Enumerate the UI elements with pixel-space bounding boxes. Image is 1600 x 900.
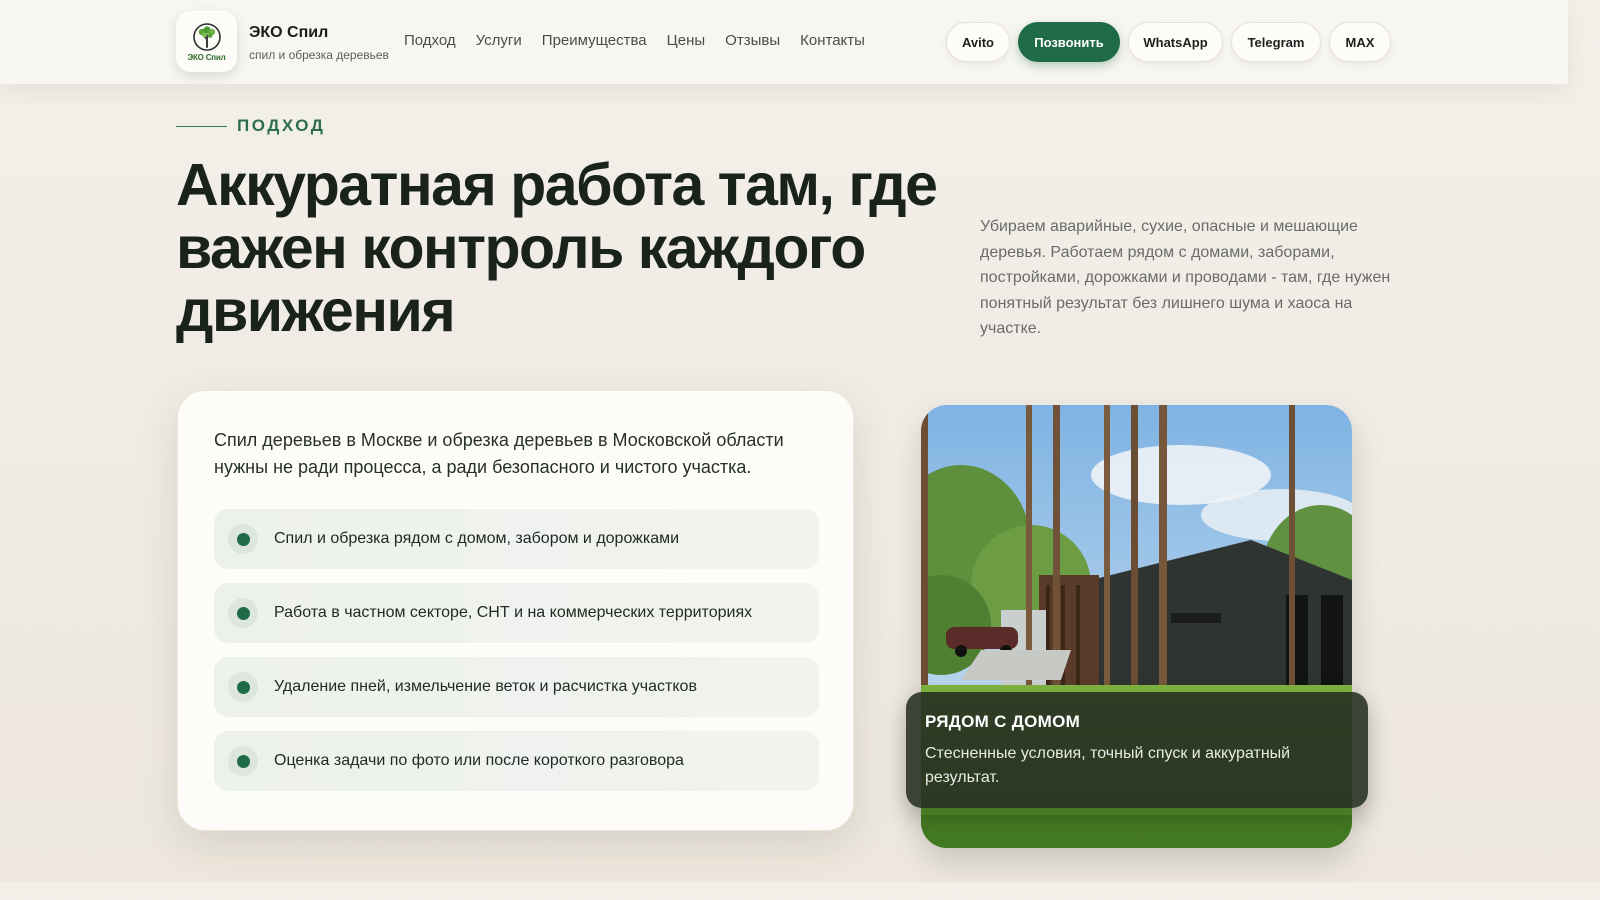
nav-prices[interactable]: Цены [667, 32, 706, 49]
site-header: ЭКО Спил ЭКО Спил спил и обрезка деревье… [0, 0, 1568, 84]
main-nav: Подход Услуги Преимущества Цены Отзывы К… [404, 32, 885, 49]
section-title: Аккуратная работа там, где важен контрол… [176, 152, 938, 344]
feature-item: Спил и обрезка рядом с домом, забором и … [214, 509, 819, 569]
nav-reviews[interactable]: Отзывы [725, 32, 780, 49]
card-intro: Спил деревьев в Москве и обрезка деревье… [214, 430, 784, 477]
eyebrow-divider [176, 126, 227, 127]
logo-text: ЭКО Спил [187, 52, 226, 62]
feature-text: Оценка задачи по фото или после коротког… [274, 752, 684, 769]
nav-contacts[interactable]: Контакты [800, 32, 865, 49]
logo[interactable]: ЭКО Спил [176, 11, 237, 72]
caption-title: РЯДОМ С ДОМОМ [925, 712, 1081, 731]
photo-caption: РЯДОМ С ДОМОМ Стесненные условия, точный… [906, 692, 1368, 808]
feature-item: Оценка задачи по фото или после коротког… [214, 731, 819, 791]
feature-text: Работа в частном секторе, СНТ и на комме… [274, 604, 753, 621]
approach-card: Спил деревьев в Москве и обрезка деревье… [177, 390, 854, 831]
dot-icon [228, 672, 258, 702]
section-lead: Убираем аварийные, сухие, опасные и меша… [980, 218, 1391, 337]
brand-tagline: спил и обрезка деревьев [249, 48, 389, 62]
section-eyebrow: ПОДХОД [237, 116, 326, 135]
telegram-button[interactable]: Telegram [1231, 22, 1321, 62]
feature-text: Спил и обрезка рядом с домом, забором и … [274, 530, 680, 547]
dot-icon [228, 524, 258, 554]
whatsapp-button[interactable]: WhatsApp [1128, 22, 1223, 62]
nav-approach[interactable]: Подход [404, 32, 456, 49]
call-button[interactable]: Позвонить [1018, 22, 1120, 62]
caption-text: Стесненные условия, точный спуск и аккур… [925, 745, 1291, 786]
feature-item: Работа в частном секторе, СНТ и на комме… [214, 583, 819, 643]
dot-icon [228, 746, 258, 776]
nav-services[interactable]: Услуги [476, 32, 522, 49]
max-button[interactable]: MAX [1329, 22, 1391, 62]
feature-text: Удаление пней, измельчение веток и расчи… [274, 678, 697, 695]
feature-item: Удаление пней, измельчение веток и расчи… [214, 657, 819, 717]
avito-button[interactable]: Avito [946, 22, 1010, 62]
nav-advantages[interactable]: Преимущества [542, 32, 647, 49]
tree-logo-icon [192, 22, 221, 51]
brand-name[interactable]: ЭКО Спил [249, 24, 328, 42]
dot-icon [228, 598, 258, 628]
